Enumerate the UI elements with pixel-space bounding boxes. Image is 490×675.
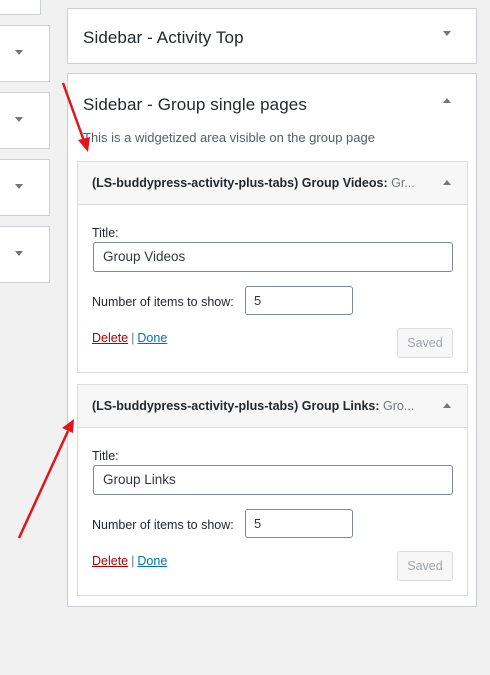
chevron-up-icon[interactable]: [443, 180, 451, 185]
sidebar-activity-top[interactable]: Sidebar - Activity Top: [67, 8, 477, 64]
items-count-input[interactable]: 5: [245, 286, 353, 315]
title-input[interactable]: Group Videos: [93, 242, 453, 272]
left-widget-stub[interactable]: [0, 159, 50, 216]
widget-actions: Delete | Done: [92, 554, 167, 568]
saved-button[interactable]: Saved: [397, 328, 453, 358]
left-widget-stub-top: [0, 0, 41, 15]
chevron-down-icon[interactable]: [15, 117, 23, 122]
widget-header-title[interactable]: (LS-buddypress-activity-plus-tabs) Group…: [92, 176, 415, 190]
sidebar-group-single-pages: Sidebar - Group single pages This is a w…: [67, 73, 477, 607]
chevron-down-icon[interactable]: [443, 31, 451, 36]
title-label: Title:: [92, 226, 119, 240]
left-widget-stub[interactable]: [0, 25, 50, 82]
sidebar-title[interactable]: Sidebar - Group single pages: [83, 95, 307, 115]
left-widget-stub[interactable]: [0, 226, 50, 283]
widget-header[interactable]: (LS-buddypress-activity-plus-tabs) Group…: [78, 385, 467, 428]
chevron-down-icon[interactable]: [15, 184, 23, 189]
title-label: Title:: [92, 449, 119, 463]
title-input[interactable]: Group Links: [93, 465, 453, 495]
sidebar-description: This is a widgetized area visible on the…: [83, 130, 375, 145]
chevron-down-icon[interactable]: [15, 50, 23, 55]
separator: |: [131, 554, 135, 568]
chevron-up-icon[interactable]: [443, 403, 451, 408]
chevron-up-icon[interactable]: [443, 98, 451, 103]
delete-link[interactable]: Delete: [92, 331, 128, 345]
widget-header[interactable]: (LS-buddypress-activity-plus-tabs) Group…: [78, 162, 467, 205]
widget-group-links: (LS-buddypress-activity-plus-tabs) Group…: [77, 384, 468, 596]
separator: |: [131, 331, 135, 345]
delete-link[interactable]: Delete: [92, 554, 128, 568]
widget-group-videos: (LS-buddypress-activity-plus-tabs) Group…: [77, 161, 468, 373]
saved-button[interactable]: Saved: [397, 551, 453, 581]
done-link[interactable]: Done: [137, 331, 167, 345]
widget-header-title[interactable]: (LS-buddypress-activity-plus-tabs) Group…: [92, 399, 414, 413]
items-count-label: Number of items to show:: [92, 518, 234, 532]
items-count-label: Number of items to show:: [92, 295, 234, 309]
items-count-input[interactable]: 5: [245, 509, 353, 538]
widget-actions: Delete | Done: [92, 331, 167, 345]
done-link[interactable]: Done: [137, 554, 167, 568]
annotation-arrow: [17, 430, 70, 539]
left-widget-stub[interactable]: [0, 92, 50, 149]
chevron-down-icon[interactable]: [15, 251, 23, 256]
sidebar-title[interactable]: Sidebar - Activity Top: [83, 28, 244, 48]
